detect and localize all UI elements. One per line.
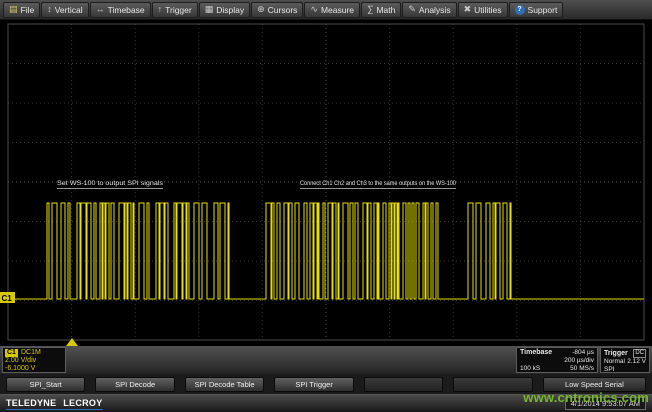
menu-item-trigger[interactable]: ↑Trigger [152, 2, 198, 18]
vertical-icon: ↕ [47, 5, 52, 14]
trigger-source: SPI [604, 366, 614, 374]
menu-item-analysis[interactable]: ✎Analysis [402, 2, 456, 18]
waveform-annotation-2: Connect Ch1 Ch2 and Ch3 to the same outp… [300, 180, 456, 187]
menu-bar: ▤File↕Vertical↔Timebase↑Trigger▦Display⊕… [0, 0, 652, 20]
menu-item-label: Cursors [268, 5, 298, 15]
menu-item-label: Analysis [419, 5, 451, 15]
menu-item-vertical[interactable]: ↕Vertical [41, 2, 88, 18]
menu-item-math[interactable]: ∑Math [361, 2, 401, 18]
channel-offset: -6.1000 V [5, 365, 63, 373]
math-icon: ∑ [367, 5, 373, 14]
menu-item-label: Math [376, 5, 395, 15]
menu-item-label: Vertical [55, 5, 83, 15]
timebase-delay: -804 µs [572, 349, 594, 357]
brand-logo: TELEDYNE LECROY [6, 398, 103, 410]
brand-teledyne: TELEDYNE [6, 398, 56, 408]
timebase-title: Timebase [520, 349, 552, 357]
timebase-icon: ↔ [96, 5, 105, 14]
menu-item-label: Timebase [108, 5, 145, 15]
descriptor-row: C1 DC1M 2.00 V/div -6.1000 V Timebase -8… [0, 346, 652, 374]
menu-item-measure[interactable]: ∿Measure [304, 2, 360, 18]
descriptor-spacer [68, 347, 514, 373]
menu-item-cursors[interactable]: ⊕Cursors [251, 2, 303, 18]
menu-item-timebase[interactable]: ↔Timebase [90, 2, 151, 18]
menu-item-utilities[interactable]: ✖Utilities [458, 2, 508, 18]
utilities-icon: ✖ [464, 5, 472, 14]
analysis-icon: ✎ [408, 5, 416, 14]
trigger-title: Trigger [604, 350, 628, 358]
button-spi-decode[interactable]: SPI Decode [95, 377, 174, 392]
scope-grid-svg: C1 Set WS-100 to output SPI signals Connec… [0, 20, 652, 346]
menu-item-display[interactable]: ▦Display [199, 2, 250, 18]
menu-item-label: Utilities [474, 5, 501, 15]
menu-item-file[interactable]: ▤File [3, 2, 40, 18]
brand-lecroy: LECROY [63, 398, 102, 408]
trigger-coupling: DC [633, 349, 646, 358]
watermark: www.cntronics.com [523, 390, 649, 405]
trigger-descriptor[interactable]: Trigger DC Normal 2.12 V SPI [600, 347, 650, 373]
trigger-level: 2.12 V [627, 358, 646, 366]
empty-button-slot[interactable] [453, 377, 532, 392]
channel-id-chip: C1 [5, 349, 18, 357]
empty-button-slot[interactable] [364, 377, 443, 392]
trigger-icon: ↑ [158, 5, 163, 14]
menu-item-label: Support [528, 5, 558, 15]
measure-icon: ∿ [310, 5, 318, 14]
trigger-time-marker[interactable] [66, 338, 78, 346]
support-icon: ? [515, 5, 525, 15]
file-icon: ▤ [9, 5, 18, 14]
display-icon: ▦ [205, 5, 214, 14]
timebase-samples: 100 kS [520, 365, 540, 373]
trigger-mode: Normal [604, 358, 625, 366]
channel-coupling: DC1M [21, 349, 41, 357]
button-spi-start[interactable]: SPI_Start [6, 377, 85, 392]
cursors-icon: ⊕ [257, 5, 265, 14]
channel-descriptor-c1[interactable]: C1 DC1M 2.00 V/div -6.1000 V [2, 347, 66, 373]
c1-level-indicator-label: C1 [2, 294, 13, 303]
timebase-descriptor[interactable]: Timebase -804 µs 200 µs/div 100 kS 50 MS… [516, 347, 598, 373]
waveform-annotation-1: Set WS-100 to output SPI signals [57, 180, 164, 187]
button-spi-decode-table[interactable]: SPI Decode Table [185, 377, 264, 392]
timebase-scale: 200 µs/div [564, 357, 594, 365]
oscilloscope-app: ▤File↕Vertical↔Timebase↑Trigger▦Display⊕… [0, 0, 652, 412]
menu-item-label: Trigger [165, 5, 192, 15]
scope-display: C1 Set WS-100 to output SPI signals Connec… [0, 20, 652, 346]
menu-item-label: File [21, 5, 35, 15]
timebase-rate: 50 MS/s [570, 365, 594, 373]
button-spi-trigger[interactable]: SPI Trigger [274, 377, 353, 392]
menu-item-label: Display [216, 5, 244, 15]
channel-scale: 2.00 V/div [5, 357, 63, 365]
menu-item-support[interactable]: ?Support [509, 2, 564, 18]
menu-item-label: Measure [321, 5, 354, 15]
